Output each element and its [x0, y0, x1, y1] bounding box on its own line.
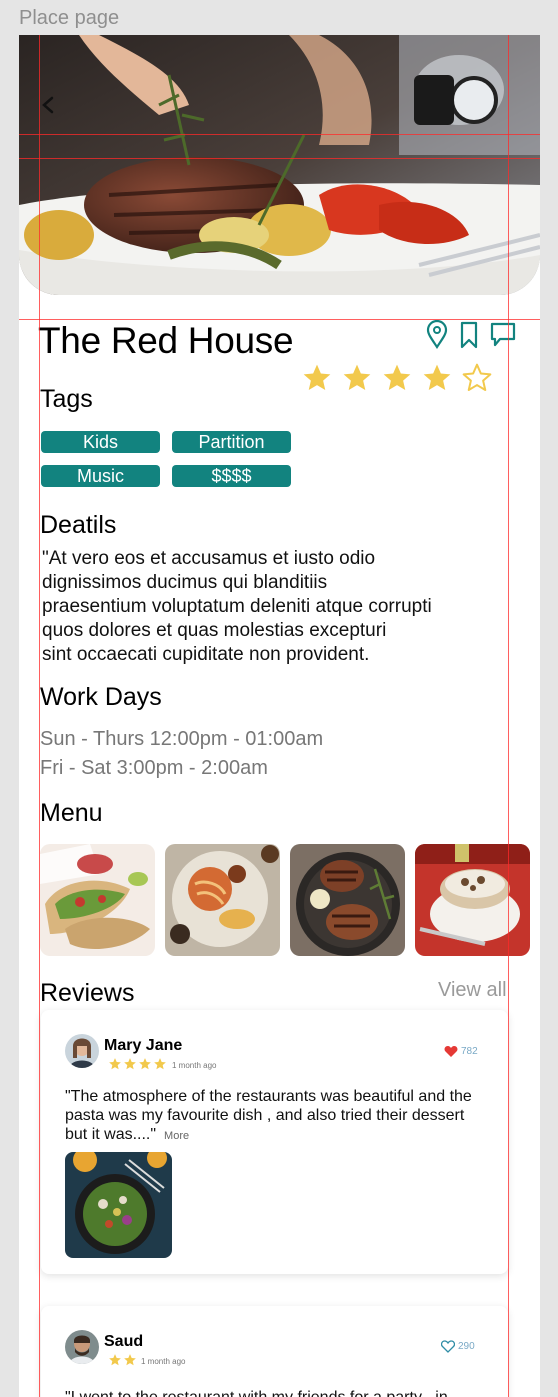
- tag-chip[interactable]: $$$$: [172, 465, 291, 487]
- view-all-link[interactable]: View all: [438, 979, 507, 1002]
- location-button[interactable]: [425, 319, 449, 350]
- work-days-title: Work Days: [40, 683, 162, 711]
- bookmark-icon: [460, 321, 478, 349]
- like-count: 782: [461, 1046, 478, 1057]
- heart-icon: [444, 1046, 458, 1057]
- hero-image: [19, 35, 540, 295]
- menu-item-dessert[interactable]: [415, 844, 530, 956]
- review-text: "I went to the restaurant with my friend…: [65, 1388, 485, 1397]
- star-icon: [138, 1057, 152, 1071]
- star-icon: [123, 1057, 137, 1071]
- menu-item-steak[interactable]: [290, 844, 405, 956]
- place-page: The Red House Tags Kids Partition Music …: [19, 35, 540, 1397]
- avatar[interactable]: [65, 1330, 99, 1364]
- review-time: 1 month ago: [141, 1357, 186, 1366]
- menu-item-pasta[interactable]: [165, 844, 280, 956]
- chevron-left-icon: [42, 96, 54, 114]
- comment-button[interactable]: [489, 320, 516, 350]
- place-actions: [425, 319, 516, 350]
- frame-label: Place page: [19, 7, 120, 29]
- star-icon: [123, 1353, 137, 1367]
- menu-gallery: [40, 844, 530, 956]
- star-icon: [153, 1057, 167, 1071]
- review-rating: [108, 1353, 137, 1367]
- avatar[interactable]: [65, 1034, 99, 1068]
- tag-chip[interactable]: Kids: [41, 431, 160, 453]
- like-button[interactable]: 782: [444, 1045, 478, 1058]
- work-days-line: Fri - Sat 3:00pm - 2:00am: [40, 757, 268, 779]
- review-rating: [108, 1057, 167, 1071]
- menu-title: Menu: [40, 799, 103, 827]
- menu-item-tacos[interactable]: [40, 844, 155, 956]
- star-icon: [461, 362, 493, 394]
- heart-icon: [441, 1340, 455, 1353]
- more-link[interactable]: More: [164, 1130, 189, 1142]
- like-button[interactable]: 290: [441, 1340, 475, 1353]
- star-icon: [341, 362, 373, 394]
- review-text: "The atmosphere of the restaurants was b…: [65, 1087, 485, 1146]
- details-title: Deatils: [40, 511, 117, 539]
- reviewer-name: Saud: [104, 1333, 144, 1350]
- bookmark-button[interactable]: [457, 320, 481, 350]
- place-rating: [301, 362, 493, 394]
- like-count: 290: [458, 1341, 475, 1352]
- tag-chip[interactable]: Music: [41, 465, 160, 487]
- reviewer-name: Mary Jane: [104, 1037, 183, 1054]
- review-card: Saud 1 month ago 290 "I went to the rest…: [41, 1306, 508, 1397]
- star-icon: [421, 362, 453, 394]
- reviews-title: Reviews: [40, 979, 135, 1007]
- tag-chip[interactable]: Partition: [172, 431, 291, 453]
- comment-icon: [490, 322, 516, 347]
- details-text: "At vero eos et accusamus et iusto odio …: [42, 548, 432, 665]
- review-time: 1 month ago: [172, 1061, 217, 1070]
- review-body: "The atmosphere of the restaurants was b…: [65, 1088, 472, 1143]
- page-title: The Red House: [38, 320, 294, 361]
- review-photo[interactable]: [65, 1152, 172, 1258]
- back-button[interactable]: [37, 90, 61, 120]
- star-icon: [301, 362, 333, 394]
- review-card: Mary Jane 1 month ago 782 "The atmospher…: [41, 1010, 508, 1274]
- star-icon: [108, 1353, 122, 1367]
- work-days-line: Sun - Thurs 12:00pm - 01:00am: [40, 728, 324, 750]
- star-icon: [108, 1057, 122, 1071]
- star-icon: [381, 362, 413, 394]
- tags-title: Tags: [40, 385, 93, 413]
- map-pin-icon: [426, 319, 448, 349]
